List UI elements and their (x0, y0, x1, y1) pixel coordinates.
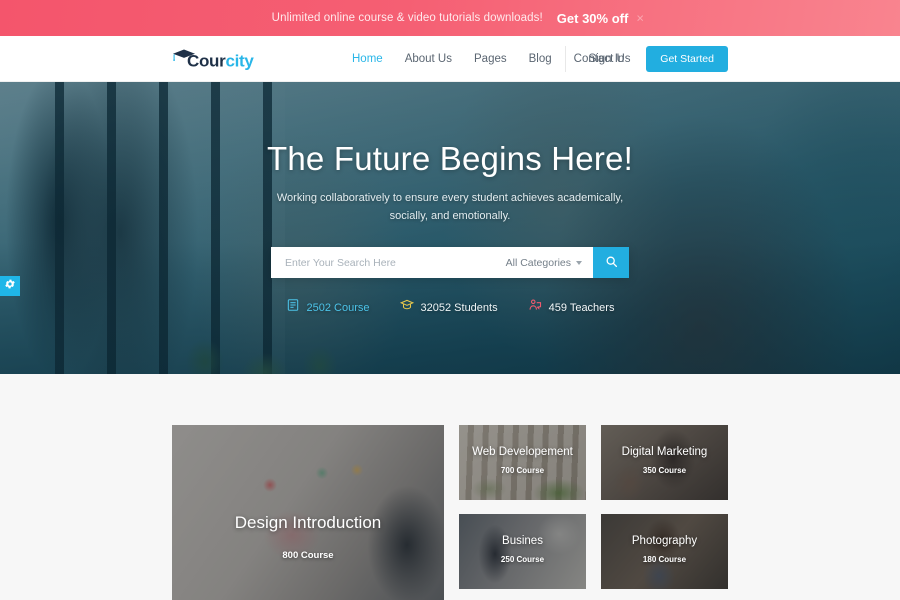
category-card-title: Web Developement (472, 446, 573, 458)
category-card-digital-marketing[interactable]: Digital Marketing 350 Course (601, 425, 728, 500)
category-card-title: Digital Marketing (621, 446, 708, 458)
nav-item-blog[interactable]: Blog (529, 53, 552, 65)
stat-teachers: 459 Teachers (528, 298, 615, 317)
categories-row-top: Web Developement 700 Course Digital Mark… (459, 425, 728, 500)
hero-subtitle-line-1: Working collaboratively to ensure every … (276, 191, 624, 204)
hero-subtitle-line-2: socially, and emotionally. (389, 209, 511, 222)
category-card-body: Photography 180 Course (601, 535, 728, 564)
hero-search-bar: All Categories (271, 247, 629, 279)
stat-courses: 2502 Course (286, 298, 370, 317)
stat-courses-label: 2502 Course (306, 301, 370, 314)
category-card-count: 180 Course (642, 555, 687, 564)
nav-item-pages[interactable]: Pages (474, 53, 507, 65)
hero-title: The Future Begins Here! (267, 140, 633, 177)
gear-icon (4, 277, 16, 295)
category-card-title: Busines (502, 535, 543, 547)
graduation-hat-icon (399, 298, 414, 317)
category-card-design-introduction[interactable]: Design Introduction 800 Course (172, 425, 444, 600)
category-card-count: 350 Course (642, 466, 687, 475)
category-card-web-developement[interactable]: Web Developement 700 Course (459, 425, 586, 500)
nav-item-about-us[interactable]: About Us (405, 53, 452, 65)
category-select[interactable]: All Categories (495, 247, 593, 278)
teacher-icon (528, 298, 542, 317)
category-card-count: 800 Course (282, 550, 334, 561)
hero-subtitle: Working collaboratively to ensure every … (0, 190, 900, 225)
sign-in-link[interactable]: Sign In (588, 53, 624, 65)
header-actions: Sign In Get Started (565, 45, 728, 72)
header-divider (565, 45, 567, 72)
search-icon (605, 255, 618, 271)
category-card-title: Design Introduction (234, 513, 382, 532)
hero-stats: 2502 Course 32052 Students 459 Teachers (0, 298, 900, 317)
categories-grid: Design Introduction 800 Course Web Devel… (172, 425, 728, 600)
logo-text-accent: city (225, 51, 254, 70)
category-card-count: 700 Course (500, 466, 545, 475)
hero-content: The Future Begins Here! Working collabor… (0, 82, 900, 317)
chevron-down-icon (576, 260, 582, 265)
category-card-title: Photography (631, 535, 698, 547)
nav-item-home[interactable]: Home (352, 53, 383, 65)
category-select-label: All Categories (505, 256, 571, 269)
category-card-body: Web Developement 700 Course (459, 446, 586, 475)
category-card-photography[interactable]: Photography 180 Course (601, 514, 728, 589)
hero-section: The Future Begins Here! Working collabor… (0, 82, 900, 374)
close-icon[interactable]: × (636, 12, 644, 25)
promo-cta-link[interactable]: Get 30% off (557, 11, 629, 26)
category-card-busines[interactable]: Busines 250 Course (459, 514, 586, 589)
category-card-body: Busines 250 Course (459, 535, 586, 564)
graduation-cap-icon (172, 48, 196, 64)
logo-text: Courcity (187, 52, 254, 69)
stat-students-label: 32052 Students (420, 301, 498, 314)
category-card-body: Design Introduction 800 Course (172, 513, 444, 561)
categories-column-left: Design Introduction 800 Course (172, 425, 444, 600)
search-button[interactable] (593, 247, 629, 279)
get-started-button[interactable]: Get Started (646, 45, 728, 72)
categories-section: Design Introduction 800 Course Web Devel… (0, 374, 900, 600)
category-card-body: Digital Marketing 350 Course (601, 446, 728, 475)
stat-students: 32052 Students (399, 298, 498, 317)
stat-teachers-label: 459 Teachers (548, 301, 615, 314)
categories-column-right: Web Developement 700 Course Digital Mark… (459, 425, 728, 600)
categories-row-bottom: Busines 250 Course Photography 180 Cours… (459, 514, 728, 589)
book-icon (286, 298, 300, 317)
search-input[interactable] (271, 247, 495, 279)
promo-text: Unlimited online course & video tutorial… (271, 12, 543, 24)
category-card-count: 250 Course (500, 555, 545, 564)
promo-banner: Unlimited online course & video tutorial… (0, 0, 900, 36)
site-header: Courcity Home About Us Pages Blog Contac… (0, 36, 900, 82)
site-logo[interactable]: Courcity (172, 48, 254, 69)
settings-toggle-button[interactable] (0, 276, 20, 296)
